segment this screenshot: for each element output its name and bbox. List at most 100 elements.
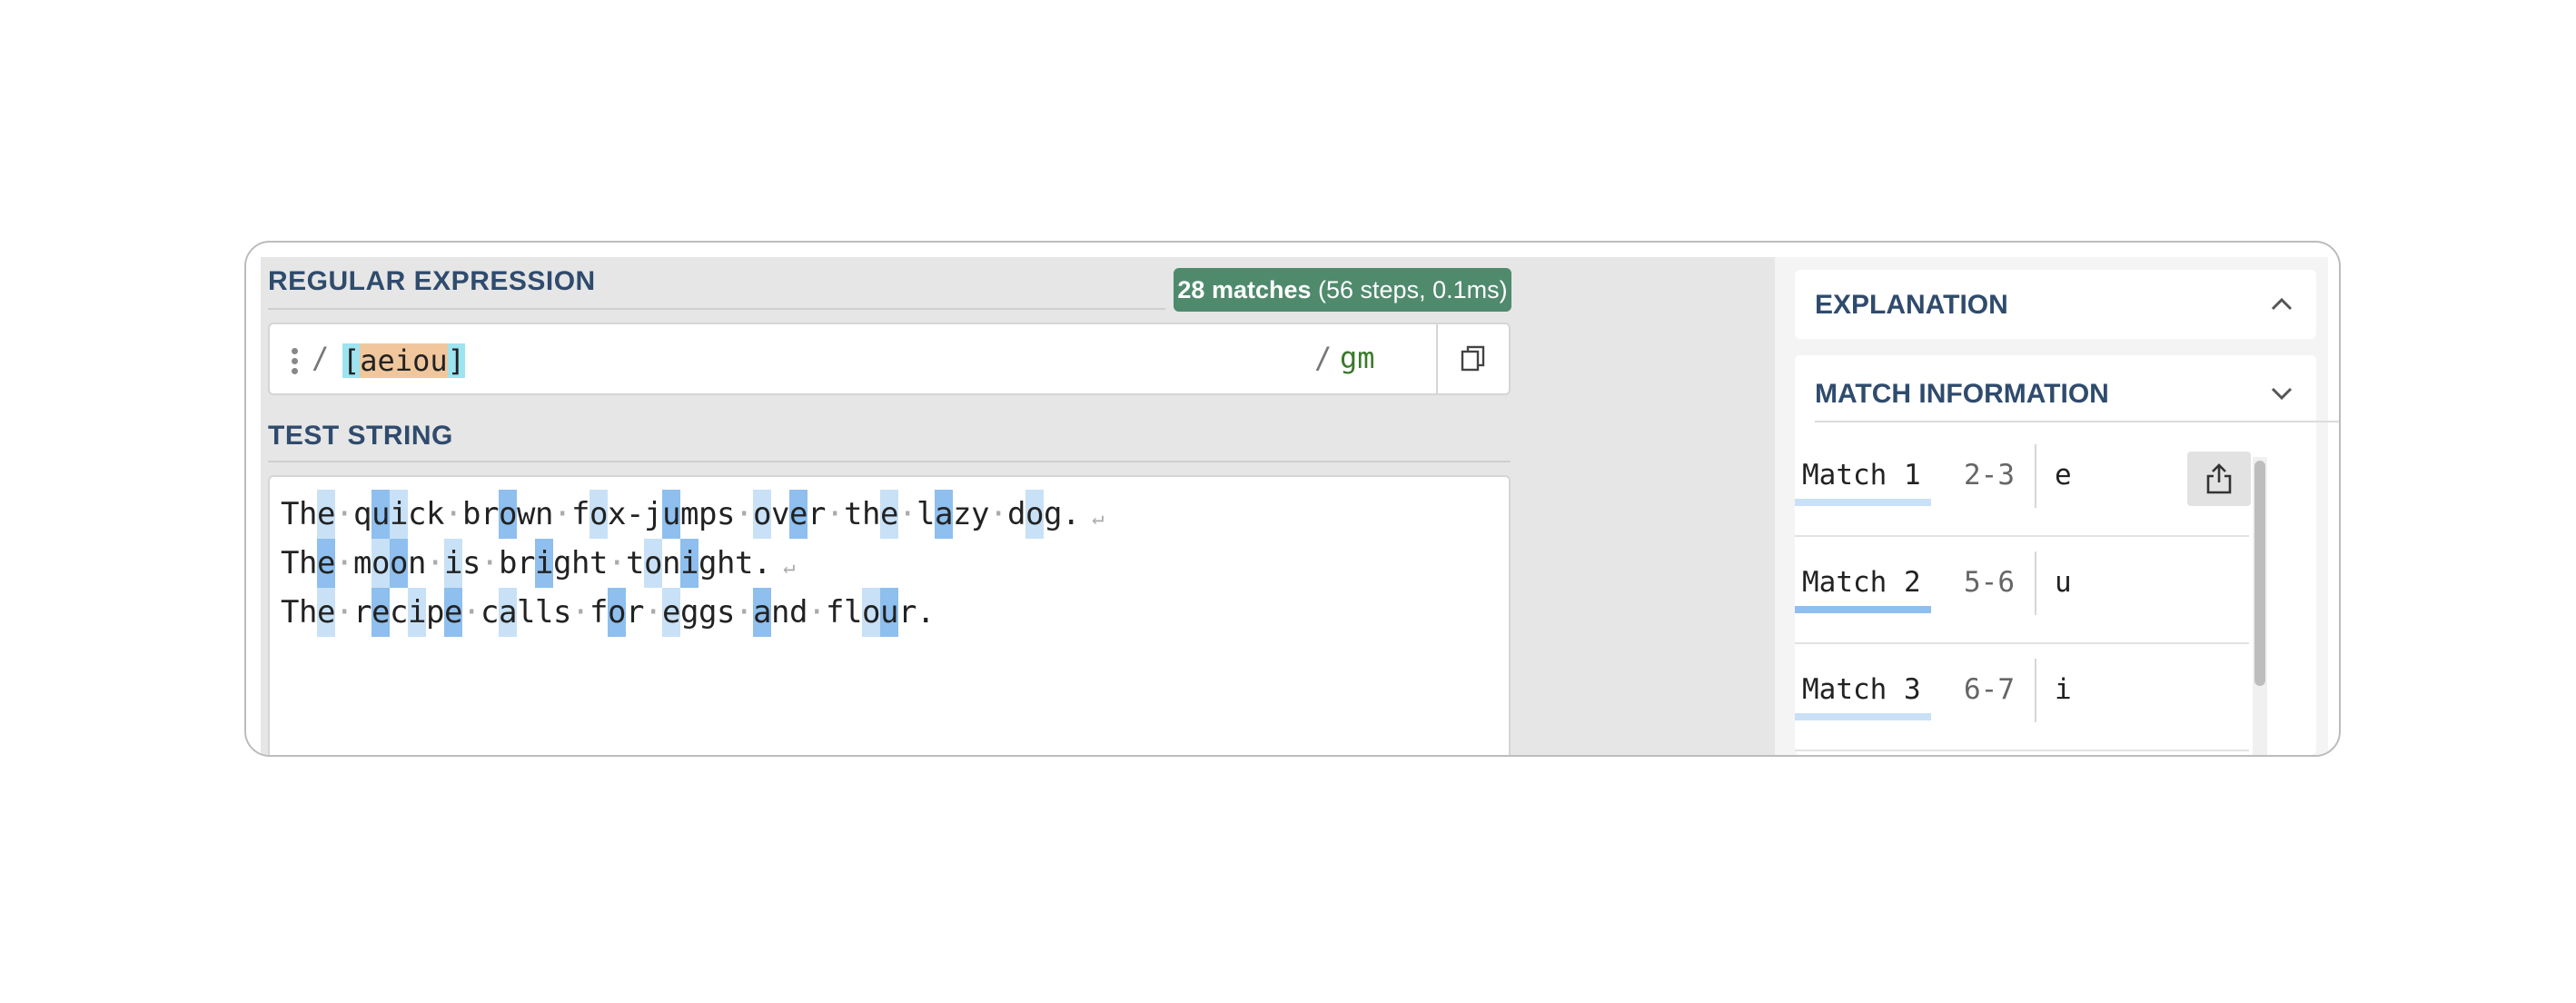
match-highlight: i: [535, 539, 553, 588]
match-row-divider: [1795, 750, 2249, 751]
match-highlight: o: [753, 490, 771, 539]
char: v: [771, 496, 790, 532]
match-highlight: o: [590, 490, 608, 539]
char: T: [281, 496, 300, 532]
space-dot-icon: ·: [644, 594, 663, 631]
space-dot-icon: ·: [335, 545, 354, 581]
char: n: [408, 545, 427, 581]
share-button[interactable]: [2187, 452, 2251, 506]
pattern-chars: aeiou: [360, 343, 448, 378]
char: t: [844, 496, 863, 532]
char: h: [299, 594, 318, 631]
test-string-input[interactable]: The·quick·brown·fox-jumps·over·the·lazy·…: [268, 475, 1511, 755]
char: n: [662, 545, 681, 581]
space-dot-icon: ·: [898, 496, 917, 532]
match-row-divider: [1795, 642, 2249, 644]
char: s: [553, 594, 572, 631]
space-dot-icon: ·: [807, 594, 827, 631]
regex-app-window: REGULAR EXPRESSION 28 matches (56 steps,…: [244, 241, 2341, 757]
regex-pattern[interactable]: [aeiou]: [342, 343, 465, 379]
char: r: [807, 496, 827, 532]
newline-icon: ↵: [771, 556, 796, 579]
match-row[interactable]: Match 2 5-6 u: [1795, 544, 2249, 650]
char: f: [590, 594, 609, 631]
char: k: [426, 496, 445, 532]
match-highlight: o: [390, 539, 408, 588]
char: q: [353, 496, 372, 532]
char: x: [608, 496, 627, 532]
match-count: 28 matches: [1177, 276, 1312, 303]
space-dot-icon: ·: [335, 594, 354, 631]
space-dot-icon: ·: [481, 545, 500, 581]
match-range: 5-6: [1964, 566, 2015, 599]
char: r: [626, 594, 645, 631]
char: r: [517, 545, 536, 581]
char: s: [717, 496, 736, 532]
info-pane: EXPLANATION MATCH INFORMATION Match 1 2-3…: [1775, 257, 2339, 755]
char: g: [1044, 496, 1063, 532]
char: c: [390, 594, 409, 631]
regex-input[interactable]: / [aeiou] / gm: [268, 323, 1511, 395]
space-dot-icon: ·: [826, 496, 845, 532]
match-highlight: i: [408, 588, 426, 637]
match-list-scrollbar-thumb[interactable]: [2254, 461, 2265, 686]
char: f: [826, 594, 845, 631]
match-separator: [2035, 444, 2036, 508]
match-highlight: e: [317, 539, 335, 588]
char: T: [281, 594, 300, 631]
char: y: [971, 496, 990, 532]
match-highlight: a: [753, 588, 771, 637]
match-value: i: [2055, 673, 2072, 706]
match-row[interactable]: Match 3 6-7 i: [1795, 651, 2249, 755]
space-dot-icon: ·: [462, 594, 481, 631]
space-dot-icon: ·: [553, 496, 572, 532]
share-icon: [2206, 463, 2232, 494]
space-dot-icon: ·: [735, 496, 754, 532]
test-string-line: The·quick·brown·fox-jumps·over·the·lazy·…: [281, 490, 1105, 539]
match-separator: [2035, 659, 2036, 722]
regex-title-divider: [268, 308, 1165, 310]
match-label: Match 1: [1802, 459, 1921, 492]
char: g: [680, 594, 699, 631]
char: n: [535, 496, 554, 532]
char: T: [281, 545, 300, 581]
match-separator: [2035, 551, 2036, 615]
char: l: [535, 594, 554, 631]
match-row[interactable]: Match 1 2-3 e: [1795, 437, 2249, 542]
char: h: [299, 545, 318, 581]
match-underline: [1795, 606, 1931, 613]
char: c: [481, 594, 500, 631]
newline-icon: ↵: [1080, 507, 1105, 530]
char: s: [462, 545, 481, 581]
match-highlight: o: [499, 490, 517, 539]
kebab-icon[interactable]: [292, 348, 299, 375]
char: g: [698, 545, 718, 581]
match-highlight: o: [372, 539, 390, 588]
match-highlight: e: [372, 588, 390, 637]
char: f: [571, 496, 590, 532]
char: .: [916, 594, 936, 631]
char: r: [353, 594, 372, 631]
regex-open-delimiter: /: [312, 341, 330, 375]
char: c: [408, 496, 427, 532]
match-highlight: u: [880, 588, 898, 637]
test-section-title: TEST STRING: [268, 421, 453, 451]
match-value: u: [2055, 566, 2072, 599]
match-highlight: i: [680, 539, 698, 588]
match-highlight: u: [372, 490, 390, 539]
match-highlight: a: [935, 490, 953, 539]
char: b: [499, 545, 518, 581]
match-highlight: u: [662, 490, 680, 539]
char: d: [789, 594, 808, 631]
match-highlight: e: [662, 588, 680, 637]
char: w: [517, 496, 536, 532]
char: .: [753, 545, 772, 581]
regex-close-delimiter: /: [1314, 341, 1333, 375]
match-highlight: e: [789, 490, 807, 539]
match-label: Match 3: [1802, 673, 1921, 706]
copy-button[interactable]: [1436, 324, 1511, 393]
regex-flags[interactable]: gm: [1340, 341, 1375, 375]
match-underline: [1795, 713, 1931, 720]
char: h: [299, 496, 318, 532]
match-list: Match 1 2-3 e Match 2 5-6 u Match 3 6-7 i: [1775, 257, 2328, 755]
